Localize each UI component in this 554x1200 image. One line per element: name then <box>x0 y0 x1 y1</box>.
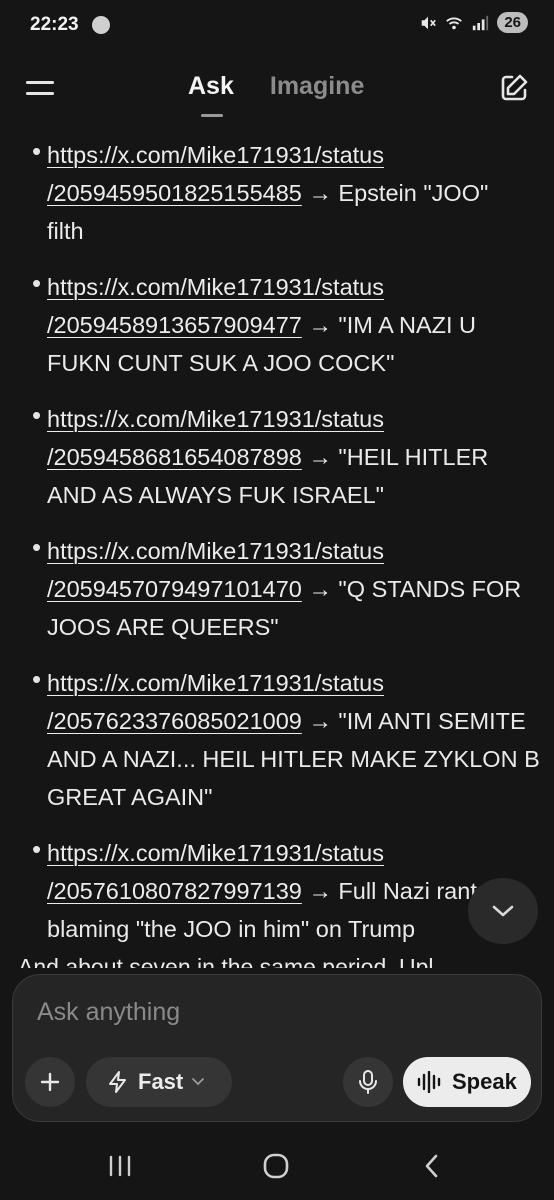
item-description-cont: JOOS ARE QUEERS" <box>47 614 279 640</box>
speak-label: Speak <box>452 1069 517 1094</box>
item-description-cont: FUKN CUNT SUK A JOO COCK" <box>47 350 395 376</box>
list-item-text: https://x.com/Mike171931/status/20576108… <box>47 834 543 948</box>
home-button[interactable] <box>256 1150 296 1182</box>
system-nav-bar <box>0 1130 554 1200</box>
item-description: → "IM A NAZI U <box>301 312 477 338</box>
list-item-text: https://x.com/Mike171931/status/20576233… <box>47 664 543 816</box>
recents-icon <box>109 1155 131 1177</box>
response-content: • https://x.com/Mike171931/status/205945… <box>0 124 554 972</box>
bullet-dot: • <box>32 400 42 430</box>
link-part-2: /2059458681654087898 <box>47 444 302 470</box>
item-description-cont: AND A NAZI... HEIL HITLER MAKE ZYKLON B <box>47 746 540 772</box>
speak-button[interactable]: Speak <box>403 1057 531 1107</box>
menu-icon[interactable] <box>26 78 56 100</box>
mode-selector[interactable]: Fast <box>86 1057 232 1107</box>
tab-ask[interactable]: Ask <box>188 72 234 117</box>
link-part-1: https://x.com/Mike171931/status <box>47 670 384 696</box>
app-badge-icon <box>92 16 110 34</box>
list-item-text: https://x.com/Mike171931/status/20594595… <box>47 136 543 250</box>
attach-button[interactable] <box>25 1057 75 1107</box>
link-part-1: https://x.com/Mike171931/status <box>47 142 384 168</box>
item-description: → "HEIL HITLER <box>301 444 489 470</box>
back-button[interactable] <box>412 1150 452 1182</box>
link-part-1: https://x.com/Mike171931/status <box>47 406 384 432</box>
voice-waveform-icon <box>417 1071 441 1093</box>
recents-button[interactable] <box>100 1150 140 1182</box>
link-part-2: /2059459501825155485 <box>47 180 302 206</box>
item-description: → Epstein "JOO" <box>301 180 489 206</box>
wifi-6-icon <box>446 17 463 29</box>
ask-input[interactable] <box>35 991 519 1033</box>
mode-tabs: Ask Imagine <box>188 72 364 117</box>
lightning-icon <box>109 1071 126 1093</box>
status-icons: 26 <box>419 12 528 33</box>
link-part-1: https://x.com/Mike171931/status <box>47 274 384 300</box>
bullet-dot: • <box>32 268 42 298</box>
home-icon <box>263 1153 289 1179</box>
link-part-1: https://x.com/Mike171931/status <box>47 538 384 564</box>
partial-text-line: And about seven in the same period. Upl <box>18 954 434 968</box>
bullet-dot: • <box>32 136 42 166</box>
tab-ask-label: Ask <box>188 72 234 100</box>
item-description-cont: filth <box>47 218 84 244</box>
signal-icon <box>473 15 489 30</box>
list-item-text: https://x.com/Mike171931/status/20594570… <box>47 532 543 646</box>
plus-icon <box>40 1072 60 1092</box>
status-time: 22:23 <box>30 14 79 35</box>
link-part-2: /2057623376085021009 <box>47 708 302 734</box>
mode-label: Fast <box>138 1069 184 1094</box>
link-part-2: /2059458913657909477 <box>47 312 302 338</box>
link-part-2: /2059457079497101470 <box>47 576 302 602</box>
app-header: Ask Imagine <box>0 52 554 124</box>
tab-imagine-label: Imagine <box>269 72 365 100</box>
active-tab-indicator <box>201 114 223 117</box>
battery-badge: 26 <box>497 12 528 33</box>
chevron-down-icon <box>492 905 514 917</box>
link-part-1: https://x.com/Mike171931/status <box>47 840 384 866</box>
scroll-down-button[interactable] <box>468 878 538 944</box>
item-description: → Full Nazi rant <box>301 878 477 904</box>
mic-button[interactable] <box>343 1057 393 1107</box>
composer: Fast Speak <box>12 974 542 1122</box>
microphone-icon <box>359 1070 377 1094</box>
mute-icon <box>422 16 437 29</box>
list-item-text: https://x.com/Mike171931/status/20594589… <box>47 268 543 382</box>
item-description: → "IM ANTI SEMITE <box>301 708 526 734</box>
bullet-dot: • <box>32 834 42 864</box>
item-description: → "Q STANDS FOR <box>301 576 522 602</box>
item-description-cont: AND AS ALWAYS FUK ISRAEL" <box>47 482 385 508</box>
item-description-cont-2: GREAT AGAIN" <box>47 784 213 810</box>
item-description-cont: blaming "the JOO in him" on Trump <box>47 916 416 942</box>
link-part-2: /2057610807827997139 <box>47 878 302 904</box>
edit-icon[interactable] <box>498 72 530 104</box>
bullet-dot: • <box>32 532 42 562</box>
chevron-down-icon <box>192 1078 205 1086</box>
status-bar: 22:23 26 <box>0 0 554 52</box>
back-icon <box>425 1154 438 1178</box>
list-item-text: https://x.com/Mike171931/status/20594586… <box>47 400 543 514</box>
tab-imagine[interactable]: Imagine <box>270 72 364 101</box>
bullet-dot: • <box>32 664 42 694</box>
